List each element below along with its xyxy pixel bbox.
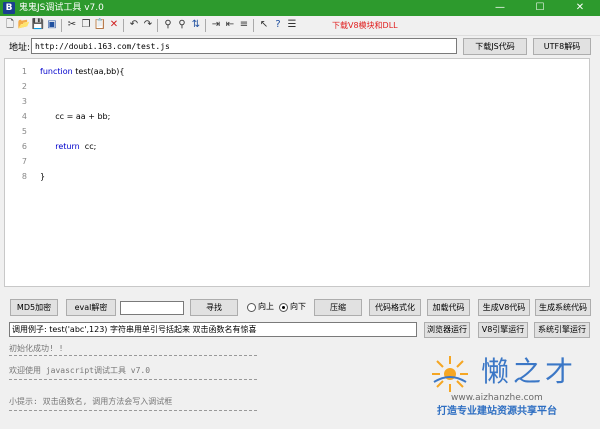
code-line: 8 } xyxy=(5,171,585,183)
pointer-icon[interactable]: ↖ xyxy=(257,18,271,32)
radio-up-label: 向上 xyxy=(258,302,274,311)
code-line: 1 function test(aa,bb){ xyxy=(5,66,585,78)
load-code-button[interactable]: 加载代码 xyxy=(427,299,470,316)
redo-icon[interactable]: ↷ xyxy=(141,18,155,32)
line-number: 1 xyxy=(21,67,27,76)
code-line: 7 xyxy=(5,156,585,168)
find-icon[interactable]: ⚲ xyxy=(161,18,175,32)
generate-system-code-button[interactable]: 生成系统代码 xyxy=(535,299,591,316)
console-divider xyxy=(9,379,257,380)
delete-icon[interactable]: ✕ xyxy=(107,18,121,32)
download-v8-link[interactable]: 下载V8模块和DLL xyxy=(332,20,398,32)
console-line: 初始化成功! ! xyxy=(9,344,64,353)
help-icon[interactable]: ? xyxy=(271,18,285,32)
minimize-button[interactable]: — xyxy=(480,0,520,16)
address-input[interactable]: http://doubi.163.com/test.js xyxy=(31,38,457,54)
console-divider xyxy=(9,355,257,356)
code-line: 2 xyxy=(5,81,585,93)
line-number: 5 xyxy=(21,127,27,136)
paste-icon[interactable]: 📋 xyxy=(93,18,107,32)
maximize-button[interactable]: ☐ xyxy=(520,0,560,16)
watermark-logo-icon xyxy=(432,356,468,392)
indent-icon[interactable]: ⇥ xyxy=(209,18,223,32)
find-next-icon[interactable]: ⚲ xyxy=(175,18,189,32)
code-line: 5 xyxy=(5,126,585,138)
window-title: 鬼鬼JS调试工具 v7.0 xyxy=(19,3,104,13)
comment-icon[interactable]: ≡ xyxy=(237,18,251,32)
compress-button[interactable]: 压缩 xyxy=(314,299,362,316)
system-engine-run-button[interactable]: 系统引擎运行 xyxy=(534,322,590,338)
download-js-button[interactable]: 下载JS代码 xyxy=(463,38,527,55)
console-divider xyxy=(9,410,257,411)
v8-engine-run-button[interactable]: V8引擎运行 xyxy=(478,322,528,338)
toolbar: 🗋 📂 💾 ▣ ✂ ❐ 📋 ✕ ↶ ↷ ⚲ ⚲ ⇅ ⇥ ⇤ ≡ ↖ ? ☰ xyxy=(0,16,600,36)
line-number: 3 xyxy=(21,97,27,106)
utf8-decode-button[interactable]: UTF8解码 xyxy=(533,38,591,55)
save-all-icon[interactable]: ▣ xyxy=(45,18,59,32)
close-button[interactable]: ✕ xyxy=(560,0,600,16)
watermark-brand: 懒之才 xyxy=(481,355,578,388)
call-example-input[interactable]: 调用例子: test('abc',123) 字符串用单引号括起来 双击函数名有惊… xyxy=(9,322,417,337)
console-line: 小提示: 双击函数名, 调用方法会写入调试框 xyxy=(9,397,173,406)
generate-v8-code-button[interactable]: 生成V8代码 xyxy=(478,299,530,316)
save-icon[interactable]: 💾 xyxy=(31,18,45,32)
list-icon[interactable]: ☰ xyxy=(285,18,299,32)
code-line: 3 xyxy=(5,96,585,108)
code-line: 4 cc = aa + bb; xyxy=(5,111,585,123)
line-number: 6 xyxy=(21,142,27,151)
watermark-url: www.aizhanzhe.com xyxy=(451,393,543,403)
line-number: 4 xyxy=(21,112,27,121)
eval-decrypt-button[interactable]: eval解密 xyxy=(66,299,116,316)
sort-icon[interactable]: ⇅ xyxy=(189,18,203,32)
radio-down-label: 向下 xyxy=(290,302,306,311)
new-file-icon[interactable]: 🗋 xyxy=(3,18,17,32)
browser-run-button[interactable]: 浏览器运行 xyxy=(424,322,470,338)
radio-down[interactable] xyxy=(279,303,288,312)
console-line: 欢迎使用 javascript调试工具 v7.0 xyxy=(9,366,151,375)
open-folder-icon[interactable]: 📂 xyxy=(17,18,31,32)
code-editor[interactable]: 1 function test(aa,bb){ 2 3 4 cc = aa + … xyxy=(4,58,590,287)
code-line: 6 return cc; xyxy=(5,141,585,153)
copy-icon[interactable]: ❐ xyxy=(79,18,93,32)
line-number: 2 xyxy=(21,82,27,91)
title-bar: B 鬼鬼JS调试工具 v7.0 — ☐ ✕ xyxy=(0,0,600,16)
cut-icon[interactable]: ✂ xyxy=(65,18,79,32)
app-icon: B xyxy=(3,2,15,14)
search-input[interactable] xyxy=(120,301,184,315)
address-label: 地址: xyxy=(9,43,31,53)
outdent-icon[interactable]: ⇤ xyxy=(223,18,237,32)
watermark-slogan: 打造专业建站资源共享平台 xyxy=(437,406,557,417)
format-code-button[interactable]: 代码格式化 xyxy=(369,299,421,316)
find-button[interactable]: 寻找 xyxy=(190,299,238,316)
radio-up[interactable] xyxy=(247,303,256,312)
undo-icon[interactable]: ↶ xyxy=(127,18,141,32)
line-number: 7 xyxy=(21,157,27,166)
line-number: 8 xyxy=(21,172,27,181)
md5-encrypt-button[interactable]: MD5加密 xyxy=(10,299,58,316)
